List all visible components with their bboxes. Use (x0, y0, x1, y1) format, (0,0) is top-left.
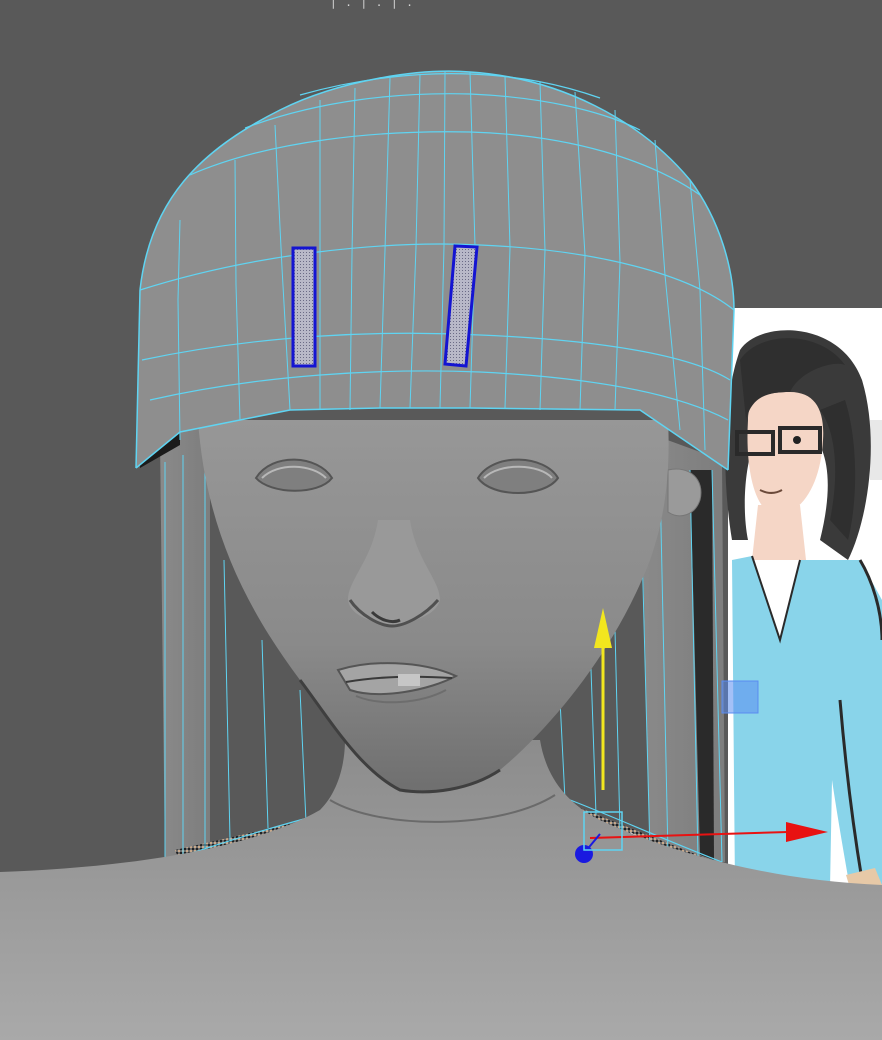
face-mesh[interactable] (198, 420, 669, 794)
viewport-scene[interactable] (0, 0, 882, 1040)
3d-viewport[interactable]: | . | . | . (0, 0, 882, 1040)
hair-cap-mesh[interactable] (135, 70, 735, 471)
plane-handle-icon[interactable] (721, 680, 759, 714)
selected-face-left[interactable] (291, 246, 317, 368)
reference-image-plane[interactable] (725, 308, 882, 888)
